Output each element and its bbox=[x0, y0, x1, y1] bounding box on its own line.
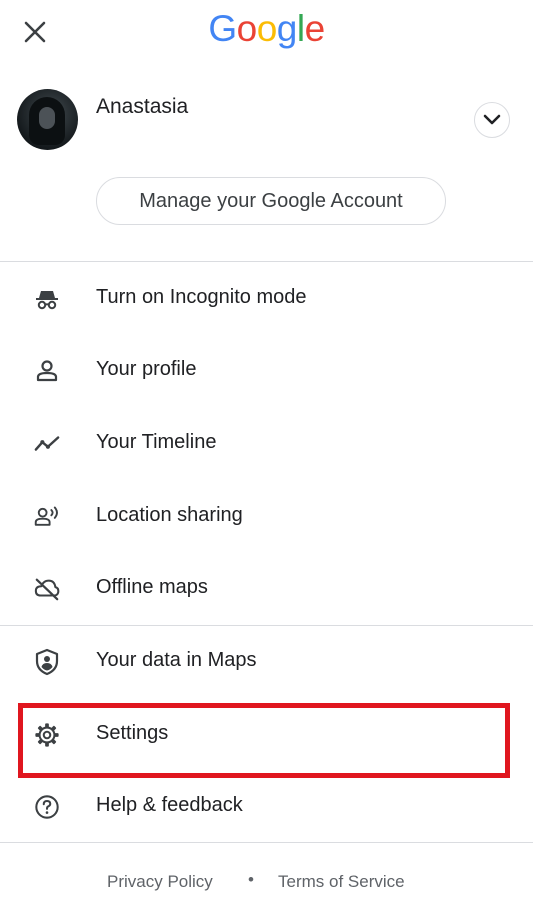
menu-item-help[interactable]: Help & feedback bbox=[0, 778, 533, 834]
menu-item-label: Help & feedback bbox=[96, 794, 243, 816]
chevron-down-icon bbox=[483, 114, 501, 125]
logo-letter: l bbox=[296, 8, 305, 49]
menu-item-label: Offline maps bbox=[96, 576, 208, 598]
account-name: Anastasia bbox=[96, 95, 189, 118]
logo-letter: G bbox=[208, 8, 237, 49]
menu-item-label: Your data in Maps bbox=[96, 649, 257, 671]
location-sharing-icon bbox=[34, 504, 60, 530]
account-header: Anastasia bbox=[0, 84, 533, 159]
divider bbox=[0, 842, 533, 843]
avatar[interactable] bbox=[17, 89, 78, 150]
footer-separator: • bbox=[248, 870, 254, 889]
menu-item-location-sharing[interactable]: Location sharing bbox=[0, 488, 533, 544]
menu-item-label: Your Timeline bbox=[96, 431, 217, 453]
menu-item-profile[interactable]: Your profile bbox=[0, 342, 533, 398]
menu-item-label: Your profile bbox=[96, 358, 197, 380]
incognito-icon bbox=[34, 286, 60, 312]
timeline-icon bbox=[34, 431, 60, 457]
google-logo: Google bbox=[0, 8, 533, 50]
footer: Privacy Policy • Terms of Service bbox=[0, 868, 533, 896]
gear-icon bbox=[34, 722, 60, 748]
menu-item-label: Location sharing bbox=[96, 504, 243, 526]
menu-item-your-data[interactable]: Your data in Maps bbox=[0, 633, 533, 689]
menu-item-incognito[interactable]: Turn on Incognito mode bbox=[0, 270, 533, 326]
divider bbox=[0, 261, 533, 262]
terms-of-service-link[interactable]: Terms of Service bbox=[278, 872, 405, 892]
logo-letter: g bbox=[276, 8, 298, 49]
divider bbox=[0, 625, 533, 626]
menu-item-timeline[interactable]: Your Timeline bbox=[0, 415, 533, 471]
offline-cloud-icon bbox=[34, 576, 60, 602]
logo-letter: o bbox=[256, 8, 278, 49]
manage-account-button[interactable]: Manage your Google Account bbox=[96, 177, 446, 225]
help-icon bbox=[34, 794, 60, 820]
menu-item-settings[interactable]: Settings bbox=[0, 706, 533, 762]
logo-letter: e bbox=[304, 8, 326, 49]
menu-item-label: Settings bbox=[96, 722, 169, 744]
person-icon bbox=[34, 358, 60, 384]
logo-letter: o bbox=[236, 8, 258, 49]
switch-account-button[interactable] bbox=[474, 102, 510, 138]
menu-item-label: Turn on Incognito mode bbox=[96, 286, 307, 308]
shield-person-icon bbox=[34, 648, 60, 676]
menu-item-offline-maps[interactable]: Offline maps bbox=[0, 560, 533, 616]
privacy-policy-link[interactable]: Privacy Policy bbox=[107, 872, 213, 892]
